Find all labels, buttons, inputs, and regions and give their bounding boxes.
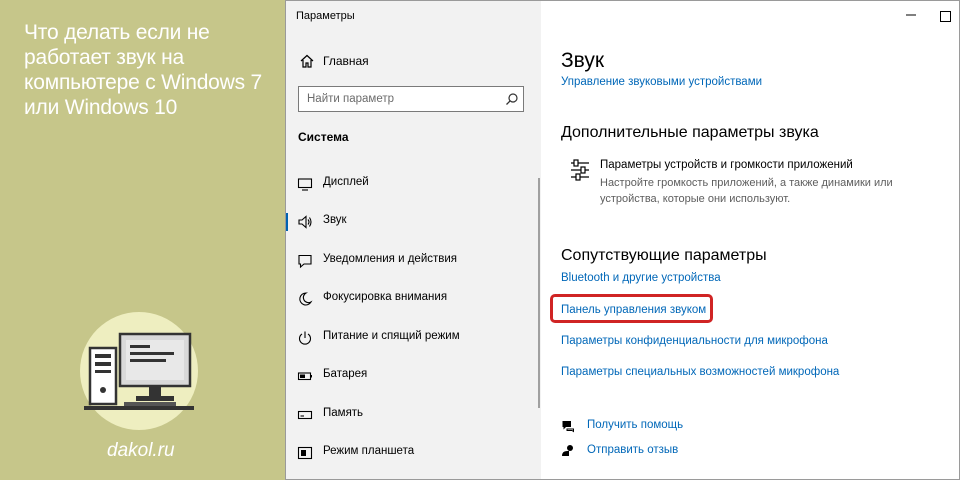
nav-item-storage[interactable]: Память bbox=[285, 400, 541, 430]
nav-item-label: Уведомления и действия bbox=[323, 253, 458, 265]
nav-item-power[interactable]: Питание и спящий режим bbox=[285, 323, 541, 353]
feedback-icon bbox=[562, 445, 573, 456]
device-volume-title[interactable]: Параметры устройств и громкости приложен… bbox=[600, 159, 853, 171]
get-help-link[interactable]: Получить помощь bbox=[587, 419, 683, 431]
nav-item-label: Звук bbox=[323, 214, 347, 226]
home-icon bbox=[300, 54, 314, 68]
nav-section-label: Система bbox=[298, 130, 349, 144]
power-icon bbox=[298, 331, 312, 345]
window-title: Параметры bbox=[296, 10, 355, 22]
bluetooth-devices-link[interactable]: Bluetooth и другие устройства bbox=[561, 272, 721, 284]
site-name: dakol.ru bbox=[107, 440, 175, 461]
maximize-icon[interactable] bbox=[940, 11, 951, 22]
moon-icon bbox=[299, 292, 313, 306]
settings-window: Параметры Главная Найти параметр Система… bbox=[285, 0, 960, 480]
nav-home-label: Главная bbox=[323, 54, 369, 68]
minimize-icon[interactable] bbox=[905, 8, 917, 20]
microphone-privacy-link[interactable]: Параметры конфиденциальности для микрофо… bbox=[561, 335, 828, 347]
notification-icon bbox=[298, 254, 312, 269]
article-title: Что делать если не работает звук на комп… bbox=[24, 21, 263, 119]
nav-item-label: Дисплей bbox=[323, 176, 369, 188]
manage-sound-devices-link[interactable]: Управление звуковыми устройствами bbox=[561, 76, 762, 88]
nav-item-notifications[interactable]: Уведомления и действия bbox=[285, 246, 541, 276]
search-placeholder: Найти параметр bbox=[307, 93, 395, 105]
tablet-mode-icon bbox=[297, 446, 313, 460]
nav-item-label: Батарея bbox=[323, 368, 368, 380]
search-input[interactable]: Найти параметр bbox=[298, 86, 524, 112]
speaker-icon bbox=[298, 215, 312, 229]
search-icon bbox=[506, 93, 518, 105]
battery-icon bbox=[297, 372, 312, 381]
nav-item-tablet-mode[interactable]: Режим планшета bbox=[285, 438, 541, 468]
active-indicator bbox=[285, 213, 288, 231]
device-volume-description: Настройте громкость приложений, а также … bbox=[600, 177, 893, 205]
nav-item-label: Фокусировка внимания bbox=[323, 291, 448, 303]
send-feedback-link[interactable]: Отправить отзыв bbox=[587, 444, 678, 456]
nav-item-display[interactable]: Дисплей bbox=[285, 169, 541, 199]
display-icon bbox=[297, 178, 313, 191]
nav-home[interactable]: Главная bbox=[295, 50, 531, 72]
computer-illustration-icon bbox=[84, 332, 194, 410]
settings-nav: Параметры Главная Найти параметр Система… bbox=[285, 0, 541, 480]
article-panel: Что делать если не работает звук на комп… bbox=[0, 0, 285, 480]
related-settings-heading: Сопутствующие параметры bbox=[561, 247, 767, 264]
nav-item-label: Питание и спящий режим bbox=[323, 330, 460, 342]
computer-illustration bbox=[80, 312, 198, 430]
nav-item-focus-assist[interactable]: Фокусировка внимания bbox=[285, 284, 541, 314]
nav-item-label: Режим планшета bbox=[323, 445, 415, 457]
nav-item-sound[interactable]: Звук bbox=[285, 207, 541, 237]
advanced-sound-heading: Дополнительные параметры звука bbox=[561, 124, 819, 141]
microphone-accessibility-link[interactable]: Параметры специальных возможностей микро… bbox=[561, 366, 839, 378]
sound-control-panel-link[interactable]: Панель управления звуком bbox=[561, 304, 706, 316]
nav-scrollbar[interactable] bbox=[538, 178, 540, 408]
nav-item-battery[interactable]: Батарея bbox=[285, 361, 541, 391]
page-title: Звук bbox=[561, 49, 605, 72]
storage-icon bbox=[297, 410, 313, 420]
nav-item-label: Память bbox=[323, 407, 364, 419]
sliders-icon[interactable] bbox=[569, 158, 591, 182]
help-icon bbox=[562, 421, 574, 433]
